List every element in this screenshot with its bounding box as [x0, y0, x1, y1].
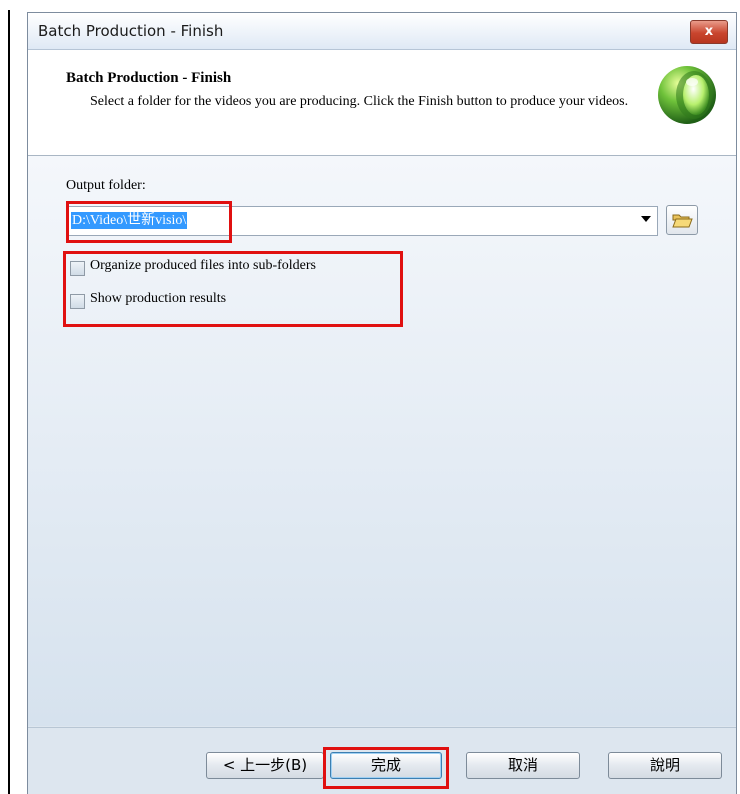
help-button[interactable]: 說明 — [608, 752, 722, 779]
green-sphere-logo-icon — [658, 66, 716, 124]
header-title: Batch Production - Finish — [66, 70, 232, 86]
browse-folder-button[interactable] — [666, 205, 698, 235]
dialog-window: Batch Production - Finish x Batch Produc… — [27, 12, 737, 794]
close-button[interactable]: x — [690, 20, 728, 44]
annotation-box-finish — [323, 747, 449, 789]
header-description: Select a folder for the videos you are p… — [90, 94, 629, 109]
back-button[interactable]: < 上一步(B) — [206, 752, 324, 779]
output-folder-label: Output folder: — [66, 178, 146, 193]
wizard-header: Batch Production - Finish Select a folde… — [28, 50, 736, 156]
title-bar: Batch Production - Finish x — [28, 13, 736, 50]
close-icon: x — [704, 24, 714, 39]
left-border-line — [8, 10, 10, 794]
chevron-down-icon[interactable] — [641, 216, 651, 222]
annotation-box-checkboxes — [63, 251, 403, 327]
window-title: Batch Production - Finish — [38, 22, 224, 40]
annotation-box-folder — [66, 201, 232, 243]
cancel-button[interactable]: 取消 — [466, 752, 580, 779]
folder-open-icon — [672, 214, 693, 228]
